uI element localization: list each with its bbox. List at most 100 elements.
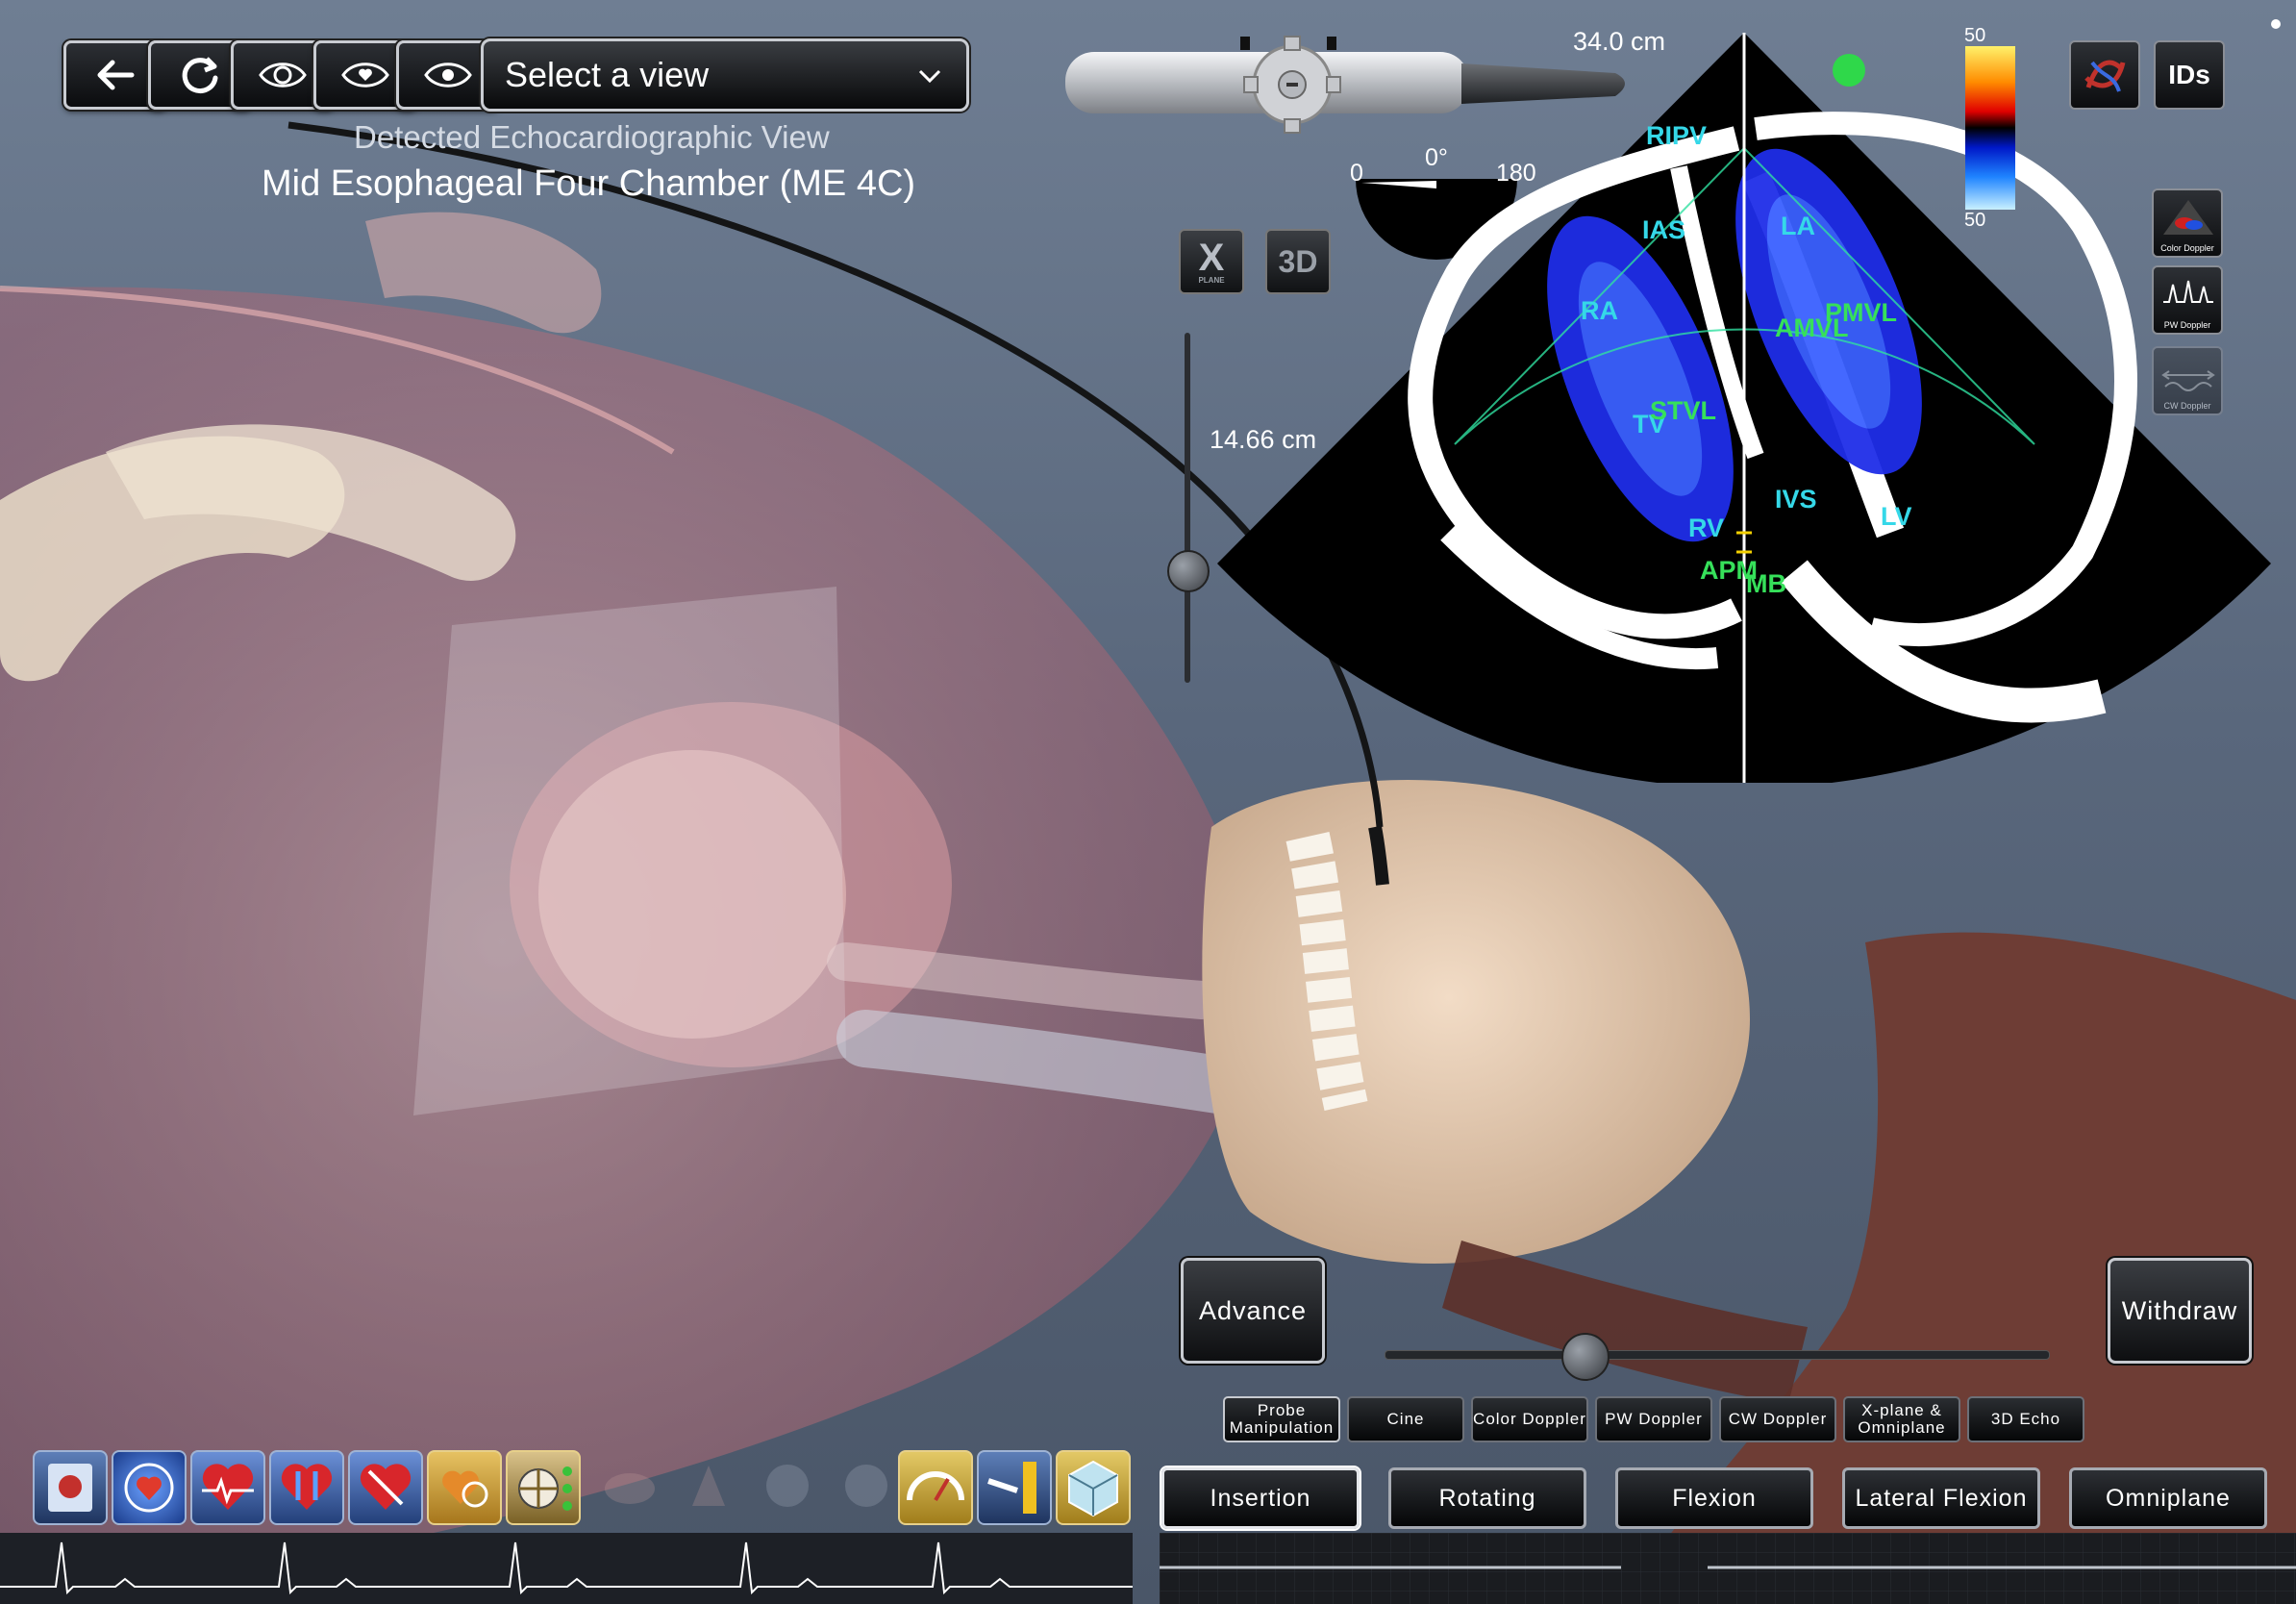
echo-label-ivs: IVS <box>1775 485 1817 514</box>
control-insertion[interactable]: Insertion <box>1161 1467 1360 1529</box>
heart-ecg-icon <box>202 1464 254 1510</box>
faded-module-icon <box>692 1466 725 1506</box>
mode-label: Probe Manipulation <box>1229 1401 1335 1437</box>
echo-label-ias: IAS <box>1642 215 1686 244</box>
control-label: Rotating <box>1438 1485 1536 1512</box>
heart-chambers-icon <box>281 1464 333 1510</box>
tray-module-icon-3[interactable] <box>190 1450 265 1525</box>
faded-module-icon <box>845 1465 887 1507</box>
heart-vessel-icon <box>2084 60 2126 92</box>
mode-color-doppler[interactable]: Color Doppler <box>1471 1396 1588 1442</box>
chevron-down-icon <box>918 69 941 84</box>
tray-module-icon-11[interactable] <box>831 1450 906 1525</box>
color-doppler-icon <box>2163 200 2213 235</box>
echo-label-amvl: AMVL <box>1775 313 1849 342</box>
heart-cycle-icon <box>124 1463 174 1513</box>
tray-module-icon-10[interactable] <box>752 1450 827 1525</box>
tray-module-icon-4[interactable] <box>269 1450 344 1525</box>
withdraw-label: Withdraw <box>2121 1295 2238 1325</box>
mode-label: Color Doppler <box>1473 1410 1586 1428</box>
tray-module-icon-6[interactable] <box>427 1450 502 1525</box>
tee-simulator-icon <box>48 1464 92 1512</box>
color-doppler-tool-button[interactable]: Color Doppler <box>2152 188 2223 258</box>
probe-measure-icon <box>987 1462 1036 1514</box>
tray-module-icon-7[interactable] <box>506 1450 581 1525</box>
detected-view-heading: Detected Echocardiographic View <box>354 119 830 155</box>
faded-module-icon <box>766 1465 809 1507</box>
echo-label-mb: MB <box>1746 569 1786 598</box>
heart-vessels-icon <box>360 1464 412 1510</box>
cw-doppler-tool-label: CW Doppler <box>2163 401 2211 411</box>
arrow-left-icon <box>97 60 135 90</box>
3d-cube-icon <box>1068 1460 1118 1517</box>
ids-label: IDs <box>2168 60 2210 89</box>
heart-magnify-icon <box>442 1470 488 1508</box>
view-select-dropdown[interactable]: Select a view <box>481 38 969 112</box>
tray-module-icon-2[interactable] <box>112 1450 187 1525</box>
insertion-depth-thumb[interactable] <box>1167 550 1210 592</box>
control-label: Omniplane <box>2106 1485 2231 1512</box>
tray-module-icon-5[interactable] <box>348 1450 423 1525</box>
echo-label-lv: LV <box>1881 502 1912 531</box>
status-indicator-dot <box>1833 54 1865 87</box>
control-omniplane[interactable]: Omniplane <box>2069 1467 2267 1529</box>
tray-module-icon-1[interactable] <box>33 1450 108 1525</box>
control-flexion[interactable]: Flexion <box>1615 1467 1813 1529</box>
advance-label: Advance <box>1198 1295 1308 1325</box>
color-scale-bottom-label: 50 <box>1964 210 1986 231</box>
advance-withdraw-slider-thumb[interactable] <box>1561 1333 1610 1381</box>
corner-indicator <box>2271 19 2281 29</box>
gauge-icon <box>907 1471 964 1502</box>
echo-label-ripv: RIPV <box>1646 121 1708 150</box>
control-label: Flexion <box>1672 1485 1757 1512</box>
view-select-label: Select a view <box>505 55 710 94</box>
echo-sector-image[interactable] <box>1217 33 2275 783</box>
eye-organ-icon <box>424 63 472 88</box>
ecg-strip-right <box>1160 1533 2296 1604</box>
control-lateral-flexion[interactable]: Lateral Flexion <box>1842 1467 2040 1529</box>
color-doppler-scale-bar <box>1965 46 2015 210</box>
faded-module-icon <box>605 1473 655 1504</box>
mode-3d-echo[interactable]: 3D Echo <box>1967 1396 2084 1442</box>
tray-module-icon-13[interactable] <box>977 1450 1052 1525</box>
detected-view-name: Mid Esophageal Four Chamber (ME 4C) <box>262 163 916 204</box>
mode-cw-doppler[interactable]: CW Doppler <box>1719 1396 1836 1442</box>
mode-label: PW Doppler <box>1605 1410 1703 1428</box>
insertion-depth-track[interactable] <box>1185 333 1190 683</box>
mode-label: X-plane & Omniplane <box>1858 1401 1946 1437</box>
color-doppler-tool-label: Color Doppler <box>2160 243 2214 253</box>
color-scale-top-label: 50 <box>1964 25 1986 46</box>
cw-doppler-icon <box>2161 370 2215 391</box>
mode-pw-doppler[interactable]: PW Doppler <box>1595 1396 1712 1442</box>
anatomy-toggle-button[interactable] <box>2069 40 2140 110</box>
mode-cine[interactable]: Cine <box>1347 1396 1464 1442</box>
mode-label: 3D Echo <box>1990 1410 2061 1428</box>
ids-button[interactable]: IDs <box>2154 40 2225 110</box>
control-label: Lateral Flexion <box>1855 1485 2028 1512</box>
valve-checklist-icon <box>518 1466 572 1511</box>
cw-doppler-tool-button[interactable]: CW Doppler <box>2152 346 2223 415</box>
pw-doppler-tool-button[interactable]: PW Doppler <box>2152 265 2223 335</box>
tray-module-icon-9[interactable] <box>673 1450 748 1525</box>
advance-withdraw-slider-track[interactable] <box>1385 1350 2050 1360</box>
mode-probe-manipulation[interactable]: Probe Manipulation <box>1223 1396 1340 1442</box>
echo-label-rv: RV <box>1688 514 1725 542</box>
control-rotating[interactable]: Rotating <box>1388 1467 1586 1529</box>
mode-label: CW Doppler <box>1728 1410 1828 1428</box>
tray-module-icon-8[interactable] <box>594 1450 669 1525</box>
tray-module-icon-12[interactable] <box>898 1450 973 1525</box>
eye-heart-icon <box>341 63 389 88</box>
refresh-icon <box>182 57 218 94</box>
withdraw-button[interactable]: Withdraw <box>2108 1258 2252 1364</box>
tray-module-icon-14[interactable] <box>1056 1450 1131 1525</box>
echo-label-ra: RA <box>1581 296 1618 325</box>
advance-button[interactable]: Advance <box>1181 1258 1325 1364</box>
echo-label-stvl: STVL <box>1650 396 1717 425</box>
mode-xplane-omniplane[interactable]: X-plane & Omniplane <box>1843 1396 1960 1442</box>
control-label: Insertion <box>1210 1485 1311 1512</box>
mode-label: Cine <box>1386 1410 1425 1428</box>
pw-doppler-icon <box>2163 280 2213 303</box>
echo-label-la: LA <box>1781 212 1815 240</box>
pw-doppler-tool-label: PW Doppler <box>2163 320 2211 330</box>
ecg-strip-left <box>0 1533 1133 1604</box>
